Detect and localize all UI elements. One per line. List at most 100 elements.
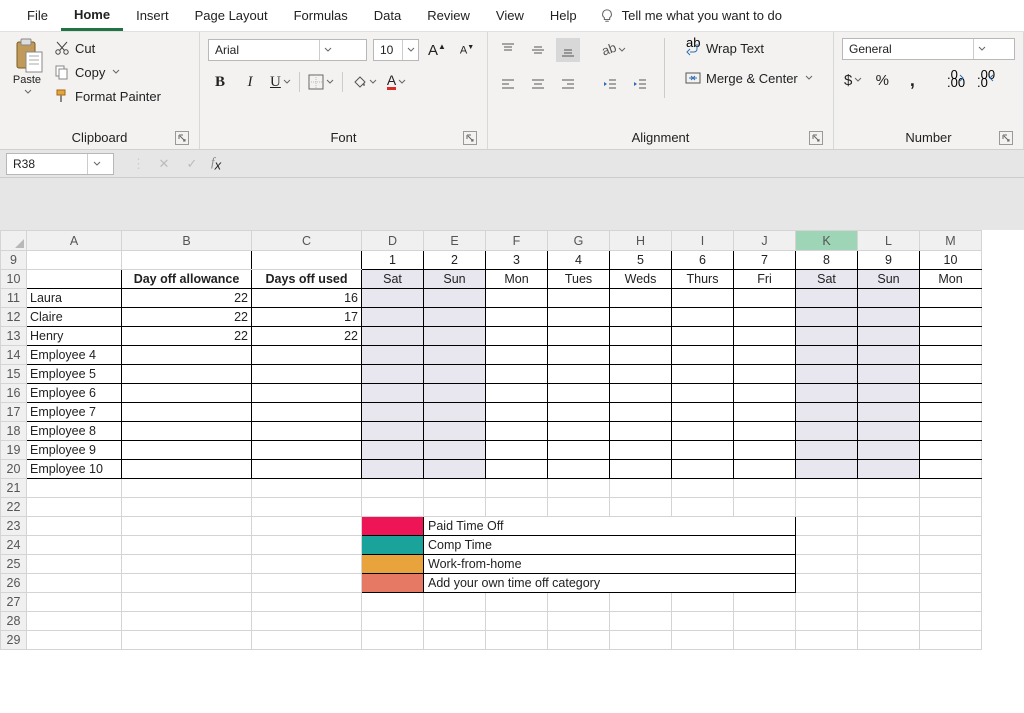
fx-icon[interactable]: fx [211, 154, 221, 173]
align-bottom-icon [560, 42, 576, 58]
font-name-combo[interactable] [208, 39, 367, 61]
grow-font-button[interactable]: A▲ [425, 38, 449, 62]
menu-file[interactable]: File [14, 2, 61, 29]
select-all-button[interactable] [1, 231, 27, 251]
chevron-down-icon[interactable] [87, 154, 105, 174]
align-right-icon [560, 76, 576, 92]
cancel-formula-button[interactable]: ✕ [155, 156, 173, 172]
name-box-input[interactable] [7, 157, 87, 171]
borders-button[interactable] [306, 70, 336, 94]
dialog-launcher-number[interactable] [999, 131, 1013, 145]
row-header-18[interactable]: 18 [1, 422, 27, 441]
row-header-16[interactable]: 16 [1, 384, 27, 403]
name-box[interactable] [6, 153, 114, 175]
chevron-down-icon[interactable] [973, 39, 989, 59]
chevron-down-icon[interactable] [319, 40, 335, 60]
align-left-button[interactable] [496, 72, 520, 96]
shrink-font-button[interactable]: A▼ [455, 38, 479, 62]
menu-formulas[interactable]: Formulas [281, 2, 361, 29]
font-size-combo[interactable] [373, 39, 419, 61]
menu-review[interactable]: Review [414, 2, 483, 29]
number-format-input[interactable] [843, 39, 973, 59]
col-header-D[interactable]: D [362, 231, 424, 251]
menu-help[interactable]: Help [537, 2, 590, 29]
chevron-down-icon[interactable] [402, 40, 418, 60]
row-header-23[interactable]: 23 [1, 517, 27, 536]
col-header-I[interactable]: I [672, 231, 734, 251]
increase-decimal-button[interactable]: .0.00 [944, 68, 968, 92]
enter-formula-button[interactable]: ✓ [183, 156, 201, 172]
align-center-button[interactable] [526, 72, 550, 96]
decrease-decimal-button[interactable]: .00.0 [974, 68, 998, 92]
row-header-13[interactable]: 13 [1, 327, 27, 346]
menu-data[interactable]: Data [361, 2, 414, 29]
row-header-12[interactable]: 12 [1, 308, 27, 327]
underline-button[interactable]: U [268, 70, 293, 94]
row-header-22[interactable]: 22 [1, 498, 27, 517]
dialog-launcher-clipboard[interactable] [175, 131, 189, 145]
font-size-input[interactable] [374, 40, 402, 60]
increase-indent-button[interactable] [628, 72, 652, 96]
col-header-G[interactable]: G [548, 231, 610, 251]
row-header-19[interactable]: 19 [1, 441, 27, 460]
row-header-27[interactable]: 27 [1, 593, 27, 612]
align-top-button[interactable] [496, 38, 520, 62]
menu-insert[interactable]: Insert [123, 2, 182, 29]
format-painter-button[interactable]: Format Painter [50, 86, 165, 106]
col-header-H[interactable]: H [610, 231, 672, 251]
cut-button[interactable]: Cut [50, 38, 165, 58]
row-header-24[interactable]: 24 [1, 536, 27, 555]
dialog-launcher-font[interactable] [463, 131, 477, 145]
col-header-C[interactable]: C [252, 231, 362, 251]
col-header-L[interactable]: L [858, 231, 920, 251]
row-header-15[interactable]: 15 [1, 365, 27, 384]
decrease-indent-button[interactable] [598, 72, 622, 96]
font-name-input[interactable] [209, 40, 319, 60]
col-header-K[interactable]: K [796, 231, 858, 251]
row-header-17[interactable]: 17 [1, 403, 27, 422]
fill-color-button[interactable] [349, 70, 379, 94]
dialog-launcher-alignment[interactable] [809, 131, 823, 145]
align-bottom-button[interactable] [556, 38, 580, 62]
paste-button[interactable]: Paste [8, 38, 46, 96]
row-header-10[interactable]: 10 [1, 270, 27, 289]
copy-button[interactable]: Copy [50, 62, 165, 82]
orientation-button[interactable]: ab [598, 38, 628, 62]
row-header-14[interactable]: 14 [1, 346, 27, 365]
row-header-11[interactable]: 11 [1, 289, 27, 308]
menu-home[interactable]: Home [61, 1, 123, 31]
comma-button[interactable]: , [900, 68, 924, 92]
col-header-F[interactable]: F [486, 231, 548, 251]
row-header-25[interactable]: 25 [1, 555, 27, 574]
row-header-20[interactable]: 20 [1, 460, 27, 479]
accounting-format-button[interactable]: $ [842, 68, 864, 92]
col-header-J[interactable]: J [734, 231, 796, 251]
tell-me[interactable]: Tell me what you want to do [600, 8, 782, 23]
spreadsheet-grid[interactable]: ABCDEFGHIJKLM91234567891010Day off allow… [0, 230, 1024, 650]
row-header-29[interactable]: 29 [1, 631, 27, 650]
chevron-down-icon [326, 78, 334, 86]
wrap-text-button[interactable]: ab Wrap Text [681, 38, 817, 58]
italic-button[interactable]: I [238, 70, 262, 94]
col-header-B[interactable]: B [122, 231, 252, 251]
col-header-A[interactable]: A [27, 231, 122, 251]
borders-icon [308, 74, 324, 90]
ribbon: Paste Cut Copy Format Painter Cli [0, 32, 1024, 150]
number-format-combo[interactable] [842, 38, 1015, 60]
bold-button[interactable]: B [208, 70, 232, 94]
col-header-E[interactable]: E [424, 231, 486, 251]
align-right-button[interactable] [556, 72, 580, 96]
row-header-26[interactable]: 26 [1, 574, 27, 593]
row-header-28[interactable]: 28 [1, 612, 27, 631]
menu-view[interactable]: View [483, 2, 537, 29]
svg-text:ab: ab [686, 35, 700, 50]
percent-button[interactable]: % [870, 68, 894, 92]
font-color-button[interactable]: A [385, 70, 408, 94]
bulb-icon [600, 9, 614, 23]
row-header-9[interactable]: 9 [1, 251, 27, 270]
col-header-M[interactable]: M [920, 231, 982, 251]
menu-page-layout[interactable]: Page Layout [182, 2, 281, 29]
merge-center-button[interactable]: Merge & Center [681, 68, 817, 88]
align-middle-button[interactable] [526, 38, 550, 62]
row-header-21[interactable]: 21 [1, 479, 27, 498]
